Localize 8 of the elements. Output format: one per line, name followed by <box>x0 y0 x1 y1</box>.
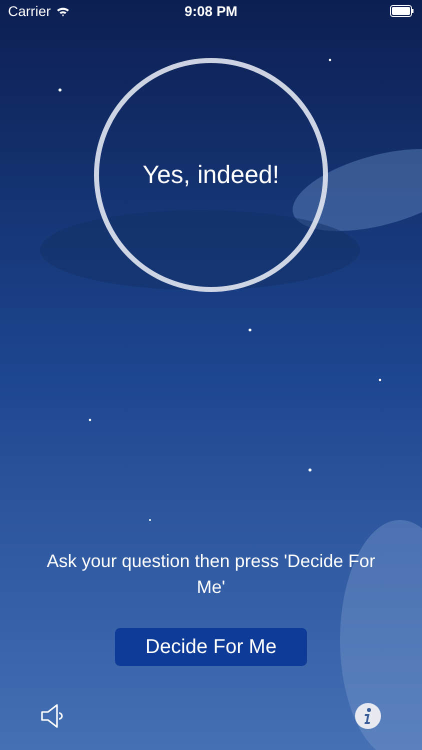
instruction-text: Ask your question then press 'Decide For Me' <box>46 550 376 599</box>
answer-text: Yes, indeed! <box>142 160 280 190</box>
battery-icon <box>390 5 414 17</box>
carrier-label: Carrier <box>8 3 51 19</box>
info-icon[interactable] <box>354 702 382 730</box>
wifi-icon <box>56 6 70 16</box>
decide-button[interactable]: Decide For Me <box>115 628 307 666</box>
status-time: 9:08 PM <box>184 3 238 19</box>
